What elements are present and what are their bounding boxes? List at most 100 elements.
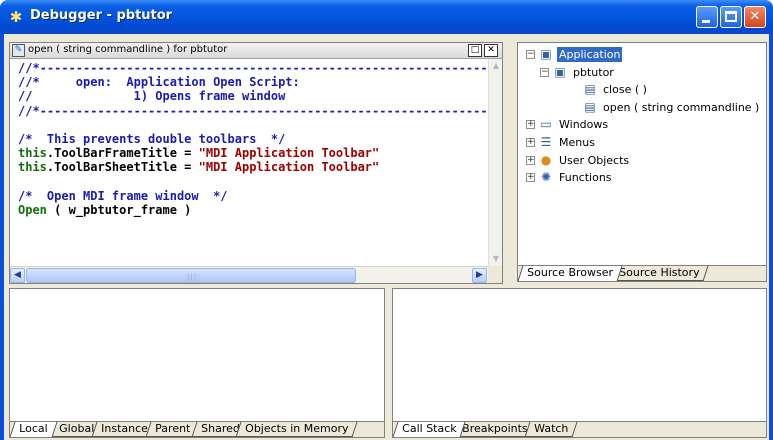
- code-token: ( w_pbtutor_frame ): [46, 202, 192, 217]
- minimize-button[interactable]: [696, 6, 718, 28]
- scrollbar-corner: [488, 266, 502, 283]
- debugger-window: ✱ Debugger - pbtutor ✕ ✎ open ( string c…: [0, 0, 773, 440]
- code-line: /* Open MDI frame window */: [18, 189, 488, 203]
- event-script-icon: ▤: [584, 82, 596, 97]
- tab-local[interactable]: Local: [9, 422, 57, 437]
- event-script-icon: ▤: [584, 99, 596, 114]
- source-browser-pane: − ▣ Application − ▣ pbtutor ▤ close ( ) ▤ open ( …: [517, 42, 767, 282]
- variables-pane: Local Global Instance Parent Shared Objects i…: [9, 288, 385, 438]
- scroll-left-icon[interactable]: ◀: [10, 268, 25, 283]
- expand-icon[interactable]: +: [526, 155, 535, 165]
- tab-label: Call Stack: [402, 422, 457, 435]
- tab-label: Global: [59, 422, 95, 435]
- code-line: Open ( w_pbtutor_frame ): [18, 203, 488, 217]
- function-gear-icon: ✺: [540, 170, 552, 185]
- script-source-code[interactable]: //*-------------------------------------…: [18, 61, 488, 257]
- close-icon: ✕: [749, 9, 761, 24]
- collapse-icon[interactable]: −: [540, 67, 549, 77]
- code-token: //* open: Application Open Script:: [18, 75, 300, 90]
- script-icon: ✎: [12, 44, 25, 57]
- tab-label: Instance: [101, 422, 148, 435]
- code-token: "MDI Application Toolbar": [198, 146, 380, 161]
- bottom-splitter[interactable]: [385, 288, 392, 438]
- window-title: Debugger - pbtutor: [30, 8, 173, 23]
- code-token: .ToolBarSheetTitle =: [46, 160, 199, 175]
- tree-node-label: Application: [557, 47, 623, 62]
- scroll-up-icon[interactable]: ▲: [489, 59, 503, 73]
- application-icon: ▣: [540, 47, 552, 61]
- code-token: this: [18, 146, 47, 161]
- window-icon: ▭: [540, 117, 552, 132]
- code-line: // 1) Opens frame window: [18, 89, 488, 103]
- code-token: this: [18, 160, 47, 175]
- code-line: this.ToolBarSheetTitle = "MDI Applicatio…: [18, 160, 488, 174]
- horizontal-scroll-thumb[interactable]: |||: [26, 268, 356, 283]
- code-token: "MDI Application Toolbar": [198, 160, 380, 175]
- tab-label: Parent: [155, 422, 191, 435]
- tab-watch[interactable]: Watch: [524, 422, 578, 437]
- tab-label: Local: [19, 422, 48, 435]
- maximize-button[interactable]: [720, 6, 742, 28]
- source-browser-tree: − ▣ Application − ▣ pbtutor ▤ close ( ) ▤ open ( …: [518, 43, 766, 265]
- collapse-icon[interactable]: −: [526, 50, 535, 59]
- script-pane: ✎ open ( string commandline ) for pbtuto…: [9, 42, 503, 284]
- tree-node-label: close ( ): [603, 83, 647, 97]
- user-object-icon: ●: [540, 152, 552, 167]
- code-token: Open: [18, 202, 47, 217]
- code-line: //* open: Application Open Script:: [18, 75, 488, 89]
- tree-node-label: User Objects: [559, 153, 630, 167]
- variables-tabs: Local Global Instance Parent Shared Objects i…: [9, 421, 384, 437]
- minimize-icon: [702, 20, 710, 23]
- scroll-down-icon[interactable]: ▼: [489, 252, 503, 266]
- script-pane-titlebar[interactable]: ✎ open ( string commandline ) for pbtuto…: [10, 43, 502, 59]
- debugger-bug-icon: ✱: [9, 8, 23, 26]
- tab-objects-in-memory[interactable]: Objects in Memory: [235, 422, 358, 437]
- code-line: //*-------------------------------------…: [18, 61, 488, 75]
- script-close-button[interactable]: ✕: [484, 44, 498, 57]
- tab-label: Shared: [201, 422, 240, 435]
- menu-icon: ☰: [540, 135, 552, 149]
- tab-label: Source History: [619, 266, 700, 279]
- tab-source-browser[interactable]: Source Browser: [517, 266, 623, 281]
- code-line: /* This prevents double toolbars */: [18, 132, 488, 146]
- vertical-splitter[interactable]: [503, 42, 517, 284]
- maximize-icon: [725, 11, 737, 22]
- code-token: //*-------------------------------------…: [18, 61, 488, 75]
- expand-icon[interactable]: +: [526, 120, 535, 130]
- code-token: /* Open MDI frame window */: [18, 188, 228, 203]
- call-stack-tabs: Call Stack Breakpoints Watch: [392, 421, 766, 437]
- close-button[interactable]: ✕: [744, 6, 766, 28]
- code-token: /* This prevents double toolbars */: [18, 131, 286, 146]
- code-token: //*-------------------------------------…: [18, 103, 488, 118]
- script-title: open ( string commandline ) for pbtutor: [28, 44, 228, 55]
- tab-label: Watch: [534, 422, 569, 435]
- call-stack-pane: Call Stack Breakpoints Watch: [392, 288, 767, 438]
- vertical-scrollbar[interactable]: ▲ ▼: [488, 59, 502, 266]
- title-bar[interactable]: ✱ Debugger - pbtutor ✕: [0, 0, 773, 34]
- tab-call-stack[interactable]: Call Stack: [392, 422, 466, 437]
- tab-label: Breakpoints: [462, 422, 528, 435]
- application-object-icon: ▣: [554, 64, 566, 79]
- tree-node-label: Windows: [559, 118, 609, 132]
- code-token: // 1) Opens frame window: [18, 89, 286, 104]
- tab-source-history[interactable]: Source History: [609, 266, 709, 281]
- tab-label: Objects in Memory: [245, 422, 349, 435]
- tree-node-label: open ( string commandline ): [603, 100, 760, 114]
- tree-node-label: Functions: [559, 171, 612, 185]
- code-line: //*-------------------------------------…: [18, 104, 488, 118]
- expand-icon[interactable]: +: [526, 138, 535, 147]
- script-maximize-button[interactable]: □: [468, 44, 482, 57]
- scroll-grip-icon: |||: [187, 273, 198, 281]
- expand-icon[interactable]: +: [526, 173, 535, 183]
- code-token: .ToolBarFrameTitle =: [46, 146, 199, 161]
- source-browser-tabs: Source Browser Source History: [517, 265, 766, 281]
- tree-node-label: Menus: [559, 136, 595, 149]
- code-line: this.ToolBarFrameTitle = "MDI Applicatio…: [18, 146, 488, 160]
- debugger-client-area: ✎ open ( string commandline ) for pbtuto…: [4, 34, 769, 440]
- tree-node-label: pbtutor: [573, 65, 614, 79]
- scroll-right-icon[interactable]: ▶: [472, 268, 487, 283]
- horizontal-scrollbar[interactable]: ◀ ||| ▶: [10, 266, 488, 283]
- tab-label: Source Browser: [527, 266, 614, 279]
